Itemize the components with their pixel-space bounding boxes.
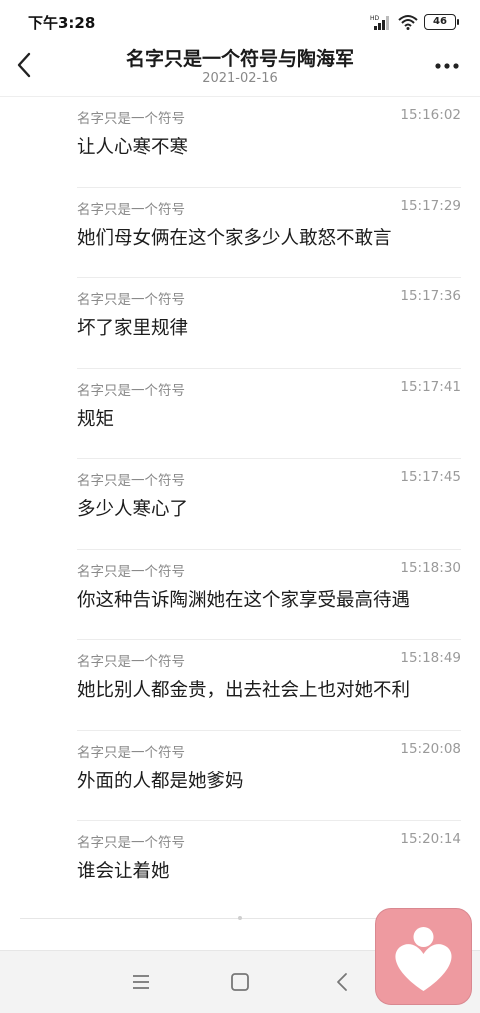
message-time: 15:20:14: [400, 831, 461, 847]
battery-indicator: 46: [424, 14, 459, 30]
message-sender: 名字只是一个符号: [77, 382, 185, 399]
message-item[interactable]: 名字只是一个符号 15:17:36 坏了家里规律: [0, 278, 480, 369]
message-time: 15:17:41: [400, 378, 461, 395]
message-sender: 名字只是一个符号: [77, 292, 185, 308]
status-time: 下午3:28: [28, 14, 96, 32]
status-bar: 下午3:28 HD 46: [0, 0, 480, 44]
more-dots-icon[interactable]: [434, 52, 460, 76]
message-time: 15:20:08: [400, 740, 461, 757]
message-item[interactable]: 名字只是一个符号 15:17:41 规矩: [0, 369, 480, 459]
page-title: 名字只是一个符号与陶海军: [125, 48, 354, 70]
home-square-icon[interactable]: [229, 971, 251, 993]
message-time: 15:17:45: [400, 469, 461, 485]
message-text: 坏了家里规律: [77, 318, 189, 339]
message-item[interactable]: 名字只是一个符号 15:17:29 她们母女俩在这个家多少人敢怒不敢言: [0, 188, 480, 278]
status-icons: HD 46: [370, 12, 459, 32]
message-time: 15:17:36: [400, 288, 461, 304]
message-time: 15:16:02: [400, 107, 461, 123]
message-list: 名字只是一个符号 15:16:02 让人心寒不寒 名字只是一个符号 15:17:…: [0, 97, 480, 912]
message-sender: 名字只是一个符号: [77, 201, 185, 218]
message-time: 15:18:49: [400, 650, 461, 666]
message-item[interactable]: 名字只是一个符号 15:18:30 你这种告诉陶渊她在这个家享受最高待遇: [0, 550, 480, 640]
message-text: 她们母女俩在这个家多少人敢怒不敢言: [77, 227, 392, 249]
message-sender: 名字只是一个符号: [77, 835, 185, 851]
floating-app-button[interactable]: [375, 908, 472, 1005]
message-time: 15:18:30: [400, 559, 461, 576]
signal-icon: HD: [370, 15, 389, 30]
message-item[interactable]: 名字只是一个符号 15:20:14 谁会让着她: [0, 821, 480, 912]
menu-icon[interactable]: [130, 971, 152, 993]
message-text: 谁会让着她: [77, 861, 170, 882]
message-item[interactable]: 名字只是一个符号 15:17:45 多少人寒心了: [0, 459, 480, 550]
message-item[interactable]: 名字只是一个符号 15:18:49 她比别人都金贵，出去社会上也对她不利: [0, 640, 480, 731]
back-triangle-icon[interactable]: [332, 971, 354, 993]
message-item[interactable]: 名字只是一个符号 15:20:08 外面的人都是她爹妈: [0, 731, 480, 821]
message-text: 规矩: [77, 408, 115, 430]
chat-date: 2021-02-16: [202, 71, 278, 86]
chat-header: 名字只是一个符号与陶海军 2021-02-16: [0, 44, 480, 96]
end-of-list-dot: [238, 916, 242, 920]
message-sender: 名字只是一个符号: [77, 744, 185, 761]
message-sender: 名字只是一个符号: [77, 654, 185, 670]
message-text: 她比别人都金贵，出去社会上也对她不利: [77, 680, 411, 701]
message-text: 外面的人都是她爹妈: [77, 770, 244, 792]
message-sender: 名字只是一个符号: [77, 473, 185, 489]
message-text: 你这种告诉陶渊她在这个家享受最高待遇: [77, 589, 411, 611]
message-item[interactable]: 名字只是一个符号 15:16:02 让人心寒不寒: [0, 97, 480, 188]
message-sender: 名字只是一个符号: [77, 563, 185, 580]
message-text: 让人心寒不寒: [77, 137, 189, 158]
message-text: 多少人寒心了: [77, 499, 189, 520]
message-time: 15:17:29: [400, 197, 461, 214]
heart-person-icon: [395, 927, 452, 991]
message-sender: 名字只是一个符号: [77, 111, 185, 127]
network-badge: HD: [370, 15, 380, 22]
chat-record-page: 下午3:28 HD 46 名字只是一个符号与陶海军 2021-02-16 名字只…: [0, 0, 480, 1013]
wifi-icon: [398, 15, 418, 30]
